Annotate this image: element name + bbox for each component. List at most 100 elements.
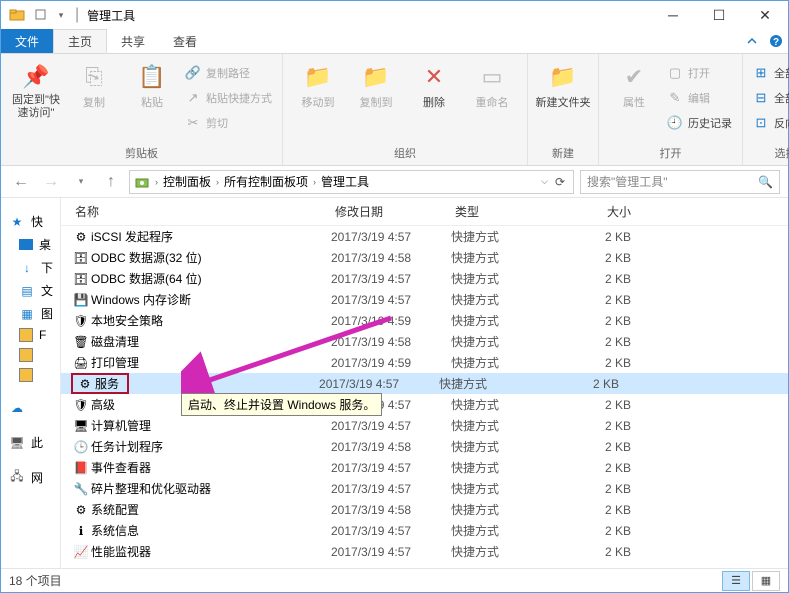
table-row[interactable]: 🖨打印管理2017/3/19 4:59快捷方式2 KB [61,352,788,373]
copy-path-button[interactable]: 🔗复制路径 [181,62,276,84]
qat-icon[interactable] [31,5,51,25]
tab-share[interactable]: 共享 [107,29,159,53]
details-view-button[interactable]: ☰ [722,571,750,591]
address-bar[interactable]: › 控制面板 › 所有控制面板项 › 管理工具 ⌵ ⟳ [129,170,574,194]
file-name: 系统配置 [91,501,331,518]
chevron-right-icon[interactable]: › [311,177,318,187]
table-row[interactable]: 📕事件查看器2017/3/19 4:57快捷方式2 KB [61,457,788,478]
paste-icon: 📋 [135,62,169,92]
chevron-right-icon[interactable]: › [153,177,160,187]
icons-view-button[interactable]: ▦ [752,571,780,591]
chevron-right-icon[interactable]: › [214,177,221,187]
tab-view[interactable]: 查看 [159,29,211,53]
table-row[interactable]: ⚙iSCSI 发起程序2017/3/19 4:57快捷方式2 KB [61,226,788,247]
file-size: 2 KB [571,482,651,496]
selectall-icon: ⊞ [753,65,769,81]
minimize-button[interactable]: ─ [650,1,696,29]
table-row[interactable]: ℹ系统信息2017/3/19 4:57快捷方式2 KB [61,520,788,541]
file-type: 快捷方式 [451,270,571,287]
col-name[interactable]: 名称 [71,203,331,220]
file-type: 快捷方式 [451,543,571,560]
file-date: 2017/3/19 4:57 [331,419,451,433]
close-button[interactable]: ✕ [742,1,788,29]
maximize-button[interactable]: ☐ [696,1,742,29]
table-row[interactable]: 🛡高级2017/3/19 4:57快捷方式2 KB [61,394,788,415]
sidebar-item[interactable]: ▦图 [1,302,60,325]
selectnone-icon: ⊟ [753,90,769,106]
file-type: 快捷方式 [451,501,571,518]
forward-button[interactable]: → [39,170,63,194]
select-none-button[interactable]: ⊟全部取消 [749,87,789,109]
file-name: 事件查看器 [91,459,331,476]
file-date: 2017/3/19 4:58 [331,251,451,265]
file-date: 2017/3/19 4:57 [331,293,451,307]
sidebar-network[interactable]: 🖧网 [1,466,60,489]
col-type[interactable]: 类型 [451,203,571,220]
sidebar-item[interactable] [1,345,60,365]
file-list[interactable]: 名称 修改日期 类型 大小 ⚙iSCSI 发起程序2017/3/19 4:57快… [61,198,788,568]
history-button[interactable]: 🕘历史记录 [663,112,736,134]
table-row[interactable]: 🔧碎片整理和优化驱动器2017/3/19 4:57快捷方式2 KB [61,478,788,499]
table-row[interactable]: 🖥计算机管理2017/3/19 4:57快捷方式2 KB [61,415,788,436]
col-size[interactable]: 大小 [571,203,651,220]
sidebar-item[interactable]: 桌 [1,233,60,256]
refresh-icon[interactable]: ⟳ [551,175,569,189]
file-type: 快捷方式 [451,291,571,308]
rename-icon: ▭ [475,62,509,92]
sidebar-item[interactable]: F [1,325,60,345]
pin-button[interactable]: 📌 固定到"快速访问" [7,58,65,120]
pictures-icon: ▦ [19,306,35,322]
qat-dropdown-icon[interactable]: ▾ [55,5,67,25]
paste-shortcut-button[interactable]: ↗粘贴快捷方式 [181,87,276,109]
file-icon: 🖨 [71,355,91,371]
tab-file[interactable]: 文件 [1,29,53,53]
invert-selection-button[interactable]: ⊡反向选择 [749,112,789,134]
file-size: 2 KB [571,335,651,349]
sidebar-item[interactable] [1,365,60,385]
open-button[interactable]: ▢打开 [663,62,736,84]
cut-button[interactable]: ✂剪切 [181,112,276,134]
address-dropdown-icon[interactable]: ⌵ [541,176,548,187]
table-row[interactable]: 🗑磁盘清理2017/3/19 4:58快捷方式2 KB [61,331,788,352]
copy-to-button[interactable]: 📁复制到 [347,58,405,110]
new-folder-button[interactable]: 📁新建文件夹 [534,58,592,110]
table-row[interactable]: 🛡本地安全策略2017/3/19 4:59快捷方式2 KB [61,310,788,331]
sidebar-this-pc[interactable]: 🖥此 [1,431,60,454]
crumb-1[interactable]: 所有控制面板项 [224,173,308,190]
select-all-button[interactable]: ⊞全部选择 [749,62,789,84]
table-row[interactable]: ⚙服务2017/3/19 4:57快捷方式2 KB [61,373,788,394]
search-icon[interactable]: 🔍 [758,175,773,189]
tab-home[interactable]: 主页 [53,29,107,53]
up-button[interactable]: ↑ [99,170,123,194]
move-to-button[interactable]: 📁移动到 [289,58,347,110]
sidebar-item[interactable]: ▤文 [1,279,60,302]
cut-icon: ✂ [185,115,201,131]
recent-button[interactable]: ▾ [69,170,93,194]
table-row[interactable]: 🕒任务计划程序2017/3/19 4:58快捷方式2 KB [61,436,788,457]
file-icon: 📈 [71,544,91,560]
sidebar-onedrive[interactable]: ☁ [1,397,60,419]
delete-button[interactable]: ✕删除 [405,58,463,110]
edit-button[interactable]: ✎编辑 [663,87,736,109]
table-row[interactable]: 📈性能监视器2017/3/19 4:57快捷方式2 KB [61,541,788,562]
properties-button[interactable]: ✔属性 [605,58,663,110]
ribbon-collapse-icon[interactable] [740,29,764,53]
table-row[interactable]: 💾Windows 内存诊断2017/3/19 4:57快捷方式2 KB [61,289,788,310]
sidebar-item[interactable]: ↓下 [1,256,60,279]
crumb-0[interactable]: 控制面板 [163,173,211,190]
organize-group-label: 组织 [289,143,521,165]
rename-button[interactable]: ▭重命名 [463,58,521,110]
file-type: 快捷方式 [451,354,571,371]
copy-button[interactable]: ⎘ 复制 [65,58,123,110]
help-icon[interactable]: ? [764,29,788,53]
search-input[interactable]: 搜索"管理工具" 🔍 [580,170,780,194]
table-row[interactable]: ⚙系统配置2017/3/19 4:58快捷方式2 KB [61,499,788,520]
file-icon: ℹ [71,523,91,539]
crumb-2[interactable]: 管理工具 [321,173,369,190]
table-row[interactable]: 🗄ODBC 数据源(64 位)2017/3/19 4:57快捷方式2 KB [61,268,788,289]
sidebar-quick-access[interactable]: ★快 [1,210,60,233]
col-date[interactable]: 修改日期 [331,203,451,220]
table-row[interactable]: 🗄ODBC 数据源(32 位)2017/3/19 4:58快捷方式2 KB [61,247,788,268]
paste-button[interactable]: 📋 粘贴 [123,58,181,110]
back-button[interactable]: ← [9,170,33,194]
